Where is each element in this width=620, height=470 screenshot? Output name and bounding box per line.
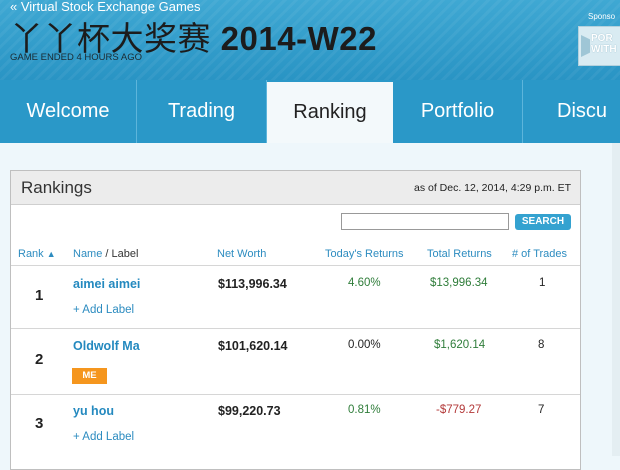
column-header-rank[interactable]: Rank ▲	[18, 248, 56, 260]
trades-count-cell: 7	[538, 404, 545, 416]
sponsor-area[interactable]: Sponso POR WITH	[570, 12, 620, 66]
header-separator: /	[102, 248, 112, 260]
rankings-panel-header: Rankings as of Dec. 12, 2014, 4:29 p.m. …	[11, 171, 580, 205]
row-divider	[11, 328, 580, 329]
trades-count-cell: 8	[538, 339, 545, 351]
total-return-cell: -$779.27	[436, 404, 482, 416]
sponsor-text-line-2: WITH	[591, 44, 617, 55]
rank-cell: 3	[35, 415, 44, 432]
net-worth-cell: $113,996.34	[218, 277, 287, 291]
sponsor-text-line-1: POR	[591, 33, 613, 44]
me-badge: ME	[72, 368, 107, 384]
sort-ascending-icon[interactable]: ▲	[47, 249, 56, 259]
as-of-timestamp: as of Dec. 12, 2014, 4:29 p.m. ET	[413, 182, 571, 194]
label-header-label: Label	[111, 248, 139, 260]
column-header-todays-returns[interactable]: Today's Returns	[325, 248, 404, 260]
net-worth-cell: $99,220.73	[218, 404, 281, 418]
game-name-suffix: 2014-W22	[220, 20, 377, 57]
net-worth-cell: $101,620.14	[218, 339, 288, 353]
game-header: « Virtual Stock Exchange Games 丫丫杯大奖赛 20…	[0, 0, 620, 80]
player-name-link[interactable]: yu hou	[73, 404, 114, 418]
sponsor-ad[interactable]: POR WITH	[578, 26, 620, 66]
rank-header-label[interactable]: Rank	[18, 248, 44, 260]
todays-return-cell: 0.81%	[348, 404, 381, 416]
todays-return-cell: 0.00%	[348, 339, 381, 351]
column-header-total-returns[interactable]: Total Returns	[427, 248, 492, 260]
total-return-cell: $13,996.34	[430, 277, 488, 289]
header-divider	[11, 265, 580, 266]
tab-ranking[interactable]: Ranking	[267, 82, 393, 143]
rank-cell: 1	[35, 287, 44, 304]
rank-cell: 2	[35, 351, 44, 368]
total-return-cell: $1,620.14	[434, 339, 486, 351]
player-name-link[interactable]: Oldwolf Ma	[73, 339, 140, 353]
game-status: GAME ENDED 4 HOURS AGO	[10, 52, 142, 63]
row-divider	[11, 394, 580, 395]
tab-welcome[interactable]: Welcome	[0, 80, 137, 143]
rankings-panel: Rankings as of Dec. 12, 2014, 4:29 p.m. …	[10, 170, 581, 470]
name-header-label[interactable]: Name	[73, 248, 102, 260]
column-header-name-label: Name / Label	[73, 248, 138, 260]
sponsor-logo-icon	[581, 35, 590, 57]
add-label-link[interactable]: + Add Label	[73, 431, 134, 443]
sponsor-label: Sponso	[588, 12, 616, 21]
add-label-link[interactable]: + Add Label	[73, 304, 134, 316]
main-tabs: Welcome Trading Ranking Portfolio Discu	[0, 80, 620, 143]
todays-return-cell: 4.60%	[348, 277, 381, 289]
column-header-net-worth[interactable]: Net Worth	[217, 248, 266, 260]
player-name-link[interactable]: aimei aimei	[73, 277, 140, 291]
rankings-title: Rankings	[21, 178, 92, 197]
column-header-trades[interactable]: # of Trades	[512, 248, 567, 260]
trades-count-cell: 1	[539, 277, 546, 289]
search-button[interactable]: SEARCH	[515, 214, 571, 230]
sponsor-text: POR WITH	[591, 33, 617, 55]
page-scrollbar[interactable]	[612, 143, 620, 456]
search-input[interactable]	[341, 213, 509, 230]
tab-portfolio[interactable]: Portfolio	[393, 80, 523, 143]
tab-trading[interactable]: Trading	[137, 80, 267, 143]
tab-discussion[interactable]: Discu	[523, 80, 620, 143]
